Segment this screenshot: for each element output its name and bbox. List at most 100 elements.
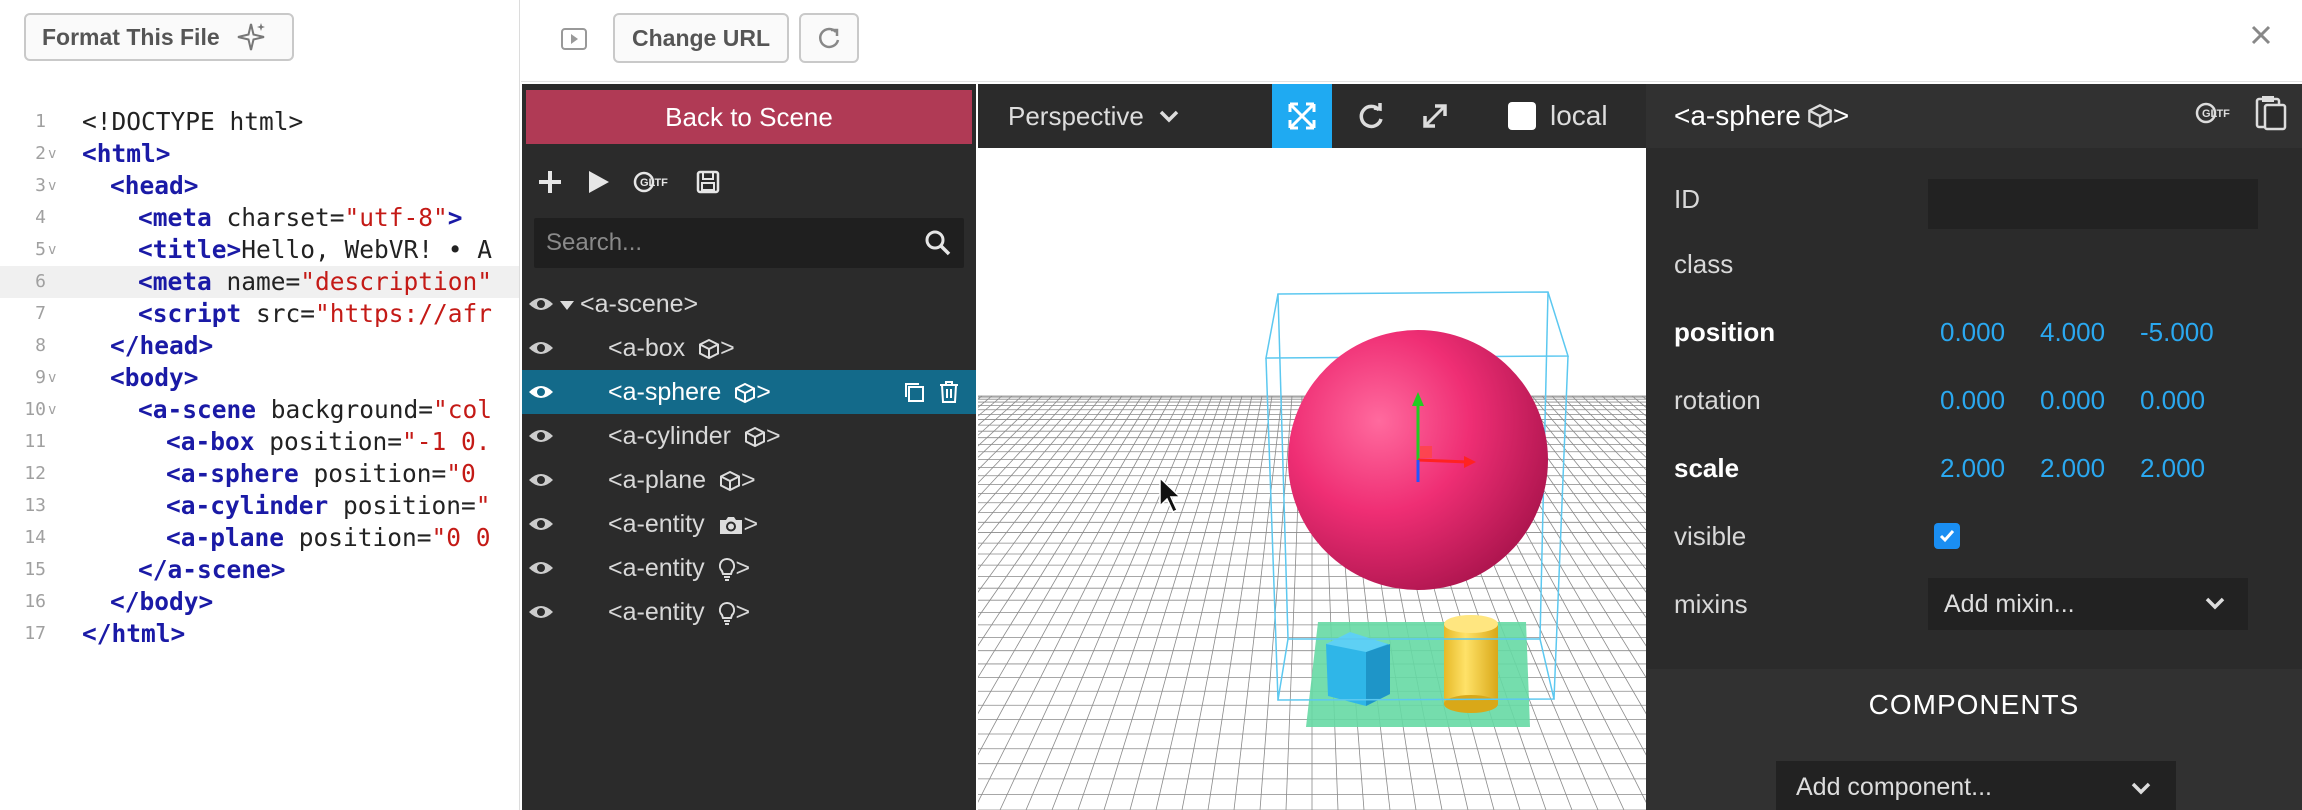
eye-icon[interactable] [528, 603, 554, 621]
add-component-select[interactable]: Add component... [1776, 761, 2176, 810]
components-section: COMPONENTS Add component... [1646, 669, 2302, 810]
play-icon[interactable] [584, 168, 612, 196]
tree-item-plane[interactable]: <a-plane > [522, 458, 976, 502]
eye-icon[interactable] [528, 515, 554, 533]
code-tag: <meta [138, 203, 212, 232]
tree-item-light-entity[interactable]: <a-entity > [522, 590, 976, 634]
fold-marker[interactable]: v [48, 394, 62, 426]
position-z-input[interactable]: -5.000 [2140, 298, 2214, 366]
viewport-render [978, 84, 1646, 810]
fold-marker[interactable]: v [48, 170, 62, 202]
eye-icon[interactable] [528, 339, 554, 357]
local-checkbox[interactable] [1508, 102, 1536, 130]
tree-item-text: <a-entity > [608, 546, 750, 590]
tree-item-text: <a-sphere > [608, 370, 771, 414]
line-number: 3 [35, 175, 46, 196]
rotation-y-input[interactable]: 0.000 [2040, 366, 2105, 434]
code-text: </body> [110, 586, 213, 618]
reload-button[interactable] [799, 13, 859, 63]
eye-icon[interactable] [528, 559, 554, 577]
rotation-z-input[interactable]: 0.000 [2140, 366, 2205, 434]
tree-item-scene[interactable]: <a-scene> [522, 282, 976, 326]
entity-title-text: <a-sphere [1674, 100, 1801, 131]
fold-marker[interactable]: v [48, 138, 62, 170]
code-text: <!DOCTYPE html> [82, 106, 303, 138]
code-text: <a-plane position="0 0 [166, 522, 491, 554]
position-y-input[interactable]: 4.000 [2040, 298, 2105, 366]
scale-y-input[interactable]: 2.000 [2040, 434, 2105, 502]
camera-select[interactable]: Perspective [1008, 84, 1180, 148]
tree-item-bracket: > [743, 510, 759, 538]
line-number: 9 [35, 367, 46, 388]
translate-tool-button[interactable] [1272, 84, 1332, 148]
code-string: "0 0 [431, 523, 491, 552]
fold-marker[interactable]: v [48, 234, 62, 266]
code-tag: <script [138, 299, 242, 328]
delete-icon[interactable] [938, 380, 960, 404]
tree-item-bracket: > [765, 422, 781, 450]
scale-tool-button[interactable] [1408, 84, 1462, 148]
tree-item-sphere[interactable]: <a-sphere > [522, 370, 976, 414]
close-icon[interactable] [2246, 20, 2276, 50]
change-url-button[interactable]: Change URL [613, 13, 789, 63]
tree-item-camera-entity[interactable]: <a-entity > [522, 502, 976, 546]
code-string: "col [433, 395, 493, 424]
eye-icon[interactable] [528, 383, 554, 401]
add-entity-icon[interactable] [536, 168, 564, 196]
prop-row-visible: visible [1646, 502, 2302, 570]
search-input[interactable] [546, 218, 896, 268]
gltf-export-icon[interactable]: GLTF [2194, 99, 2236, 127]
local-space-toggle[interactable]: local [1508, 84, 1608, 148]
fold-marker[interactable]: v [48, 362, 62, 394]
code-attr: position= [328, 491, 476, 520]
add-component-label: Add component... [1796, 772, 1992, 801]
eye-icon[interactable] [528, 295, 554, 313]
code-tag: </head> [110, 331, 214, 360]
scale-x-input[interactable]: 2.000 [1940, 434, 2005, 502]
eye-icon[interactable] [528, 471, 554, 489]
search-icon[interactable] [924, 229, 952, 257]
back-to-scene-button[interactable]: Back to Scene [526, 90, 972, 144]
class-label: class [1674, 249, 1734, 279]
tree-item-box[interactable]: <a-box > [522, 326, 976, 370]
tree-item-label: <a-entity [608, 510, 705, 538]
camera-select-label: Perspective [1008, 100, 1144, 131]
lightbulb-icon [718, 602, 735, 626]
code-tag: > [447, 203, 463, 232]
tree-item-text: <a-cylinder > [608, 414, 781, 458]
code-attr: name= [211, 267, 301, 296]
scene-tree: <a-scene> <a-box > <a-sphere > <a-cylind… [522, 282, 976, 634]
line-number: 1 [35, 111, 46, 132]
scale-z-input[interactable]: 2.000 [2140, 434, 2205, 502]
code-text: <title>Hello, WebVR! • A [138, 234, 492, 266]
chevron-down-icon [1159, 110, 1179, 123]
rotate-tool-button[interactable] [1344, 84, 1398, 148]
code-line: 10 v <a-scene background="col [0, 394, 519, 426]
clipboard-copy-icon[interactable] [2254, 94, 2288, 132]
scale-label: scale [1674, 453, 1740, 483]
position-x-input[interactable]: 0.000 [1940, 298, 2005, 366]
code-area[interactable]: 1 <!DOCTYPE html> 2 v <html> 3 v <head> 4 <met… [0, 106, 519, 650]
code-line: 15 </a-scene> [0, 554, 519, 586]
line-number: 2 [35, 143, 46, 164]
eye-icon[interactable] [528, 427, 554, 445]
code-editor-pane: Format This File 1 <!DOCTYPE html> 2 v <htm… [0, 0, 520, 810]
rotation-x-input[interactable]: 0.000 [1940, 366, 2005, 434]
format-file-button[interactable]: Format This File [24, 13, 294, 61]
visible-checkbox[interactable] [1934, 523, 1960, 549]
expand-caret-icon[interactable] [560, 301, 574, 310]
save-icon[interactable] [694, 168, 722, 196]
scene-viewport[interactable] [978, 84, 1646, 810]
code-text: <script src="https://afr [138, 298, 492, 330]
id-input[interactable] [1928, 179, 2258, 229]
tree-item-light-entity[interactable]: <a-entity > [522, 546, 976, 590]
add-mixin-select[interactable]: Add mixin... [1928, 578, 2248, 630]
gltf-export-icon[interactable]: GLTF [632, 168, 674, 196]
position-label: position [1674, 317, 1776, 347]
code-text: <a-cylinder position=" [166, 490, 491, 522]
play-preview-icon[interactable] [559, 24, 589, 54]
chevron-down-icon [2131, 782, 2151, 795]
clone-icon[interactable] [902, 380, 926, 404]
code-tag: <a-scene [138, 395, 257, 424]
tree-item-cylinder[interactable]: <a-cylinder > [522, 414, 976, 458]
